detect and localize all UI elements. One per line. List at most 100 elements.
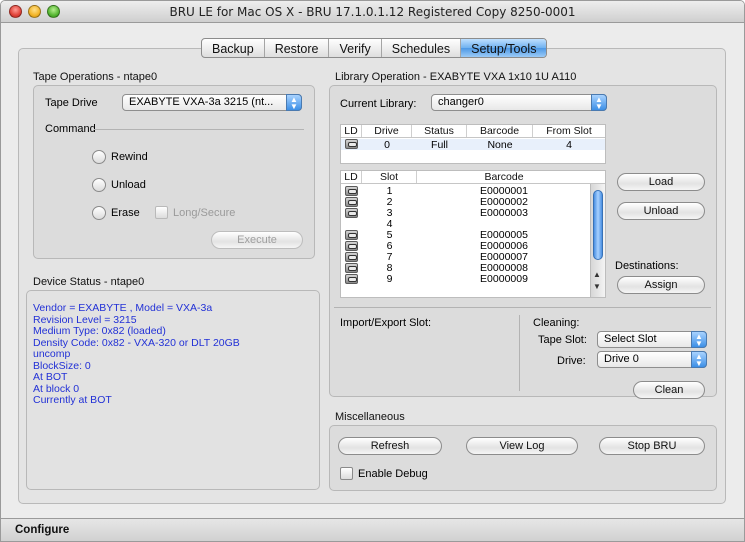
miscellaneous-group <box>329 425 717 491</box>
rewind-radio[interactable] <box>92 150 106 164</box>
refresh-button[interactable]: Refresh <box>338 437 442 455</box>
slot-table-scrollbar[interactable]: ▲ ▼ <box>590 184 605 297</box>
scrollbar-thumb[interactable] <box>593 190 603 260</box>
slot-cell[interactable]: 6 <box>362 241 417 252</box>
load-button[interactable]: Load <box>617 173 705 191</box>
long-secure-label: Long/Secure <box>173 207 236 219</box>
clean-button[interactable]: Clean <box>633 381 705 399</box>
main-tab-bar: Backup Restore Verify Schedules Setup/To… <box>201 38 548 58</box>
current-library-value: changer0 <box>438 96 484 108</box>
command-label: Command <box>45 123 96 135</box>
column-header[interactable]: Slot <box>362 171 417 183</box>
slot-cell[interactable]: 1 <box>362 186 417 197</box>
unload-radio[interactable] <box>92 178 106 192</box>
popup-arrows-icon: ▲ ▼ <box>286 94 302 111</box>
tab-backup[interactable]: Backup <box>202 39 265 57</box>
barcode-cell[interactable]: E0000009 <box>417 274 591 285</box>
barcode-cell[interactable]: E0000003 <box>417 208 591 219</box>
column-header[interactable]: LD <box>341 125 362 137</box>
status-line: At BOT <box>33 371 68 383</box>
tape-slot-value: Select Slot <box>604 333 657 345</box>
slot-cell[interactable]: 5 <box>362 230 417 241</box>
popup-arrows-icon: ▲ ▼ <box>591 94 607 111</box>
enable-debug-checkbox[interactable] <box>340 467 353 480</box>
rewind-label[interactable]: Rewind <box>111 151 148 163</box>
view-log-button[interactable]: View Log <box>466 437 578 455</box>
barcode-cell[interactable]: E0000007 <box>417 252 591 263</box>
status-bar-text: Configure <box>15 524 70 536</box>
command-divider <box>94 129 304 130</box>
cleaning-divider <box>519 315 520 391</box>
from-slot-cell: 4 <box>566 139 572 151</box>
column-header[interactable]: Barcode <box>417 171 591 183</box>
slot-cell[interactable]: 9 <box>362 274 417 285</box>
slot-cell[interactable]: 2 <box>362 197 417 208</box>
drive-value: Drive 0 <box>604 353 639 365</box>
status-cell: Full <box>431 139 448 151</box>
popup-arrows-icon: ▲ ▼ <box>691 351 707 368</box>
barcode-cell[interactable]: E0000002 <box>417 197 591 208</box>
barcode-cell: None <box>487 139 513 151</box>
current-library-popup[interactable]: changer0 ▲ ▼ <box>431 94 607 111</box>
tape-drive-popup[interactable]: EXABYTE VXA-3a 3215 (nt... ▲ ▼ <box>122 94 302 111</box>
tape-slot-label: Tape Slot: <box>538 334 587 346</box>
popup-arrows-icon: ▲ ▼ <box>691 331 707 348</box>
column-header[interactable]: Barcode <box>467 125 533 137</box>
tab-setup-tools[interactable]: Setup/Tools <box>461 39 547 57</box>
window-title: BRU LE for Mac OS X - BRU 17.1.0.1.12 Re… <box>169 5 576 19</box>
tab-verify[interactable]: Verify <box>329 39 382 57</box>
unload-label[interactable]: Unload <box>111 179 146 191</box>
assign-button[interactable]: Assign <box>617 276 705 294</box>
long-secure-checkbox[interactable] <box>155 206 168 219</box>
slot-cell[interactable]: 8 <box>362 263 417 274</box>
tape-cartridge-icon <box>345 197 358 207</box>
status-bar: Configure <box>1 518 744 541</box>
tape-drive-label: Tape Drive <box>45 97 98 109</box>
current-library-label: Current Library: <box>340 98 417 110</box>
barcode-cell[interactable]: E0000006 <box>417 241 591 252</box>
unload-button[interactable]: Unload <box>617 202 705 220</box>
slot-cell[interactable]: 7 <box>362 252 417 263</box>
column-header[interactable]: LD <box>341 171 362 183</box>
tape-cartridge-icon <box>345 241 358 251</box>
app-window: BRU LE for Mac OS X - BRU 17.1.0.1.12 Re… <box>0 0 745 542</box>
tape-cartridge-icon <box>345 208 358 218</box>
tab-schedules[interactable]: Schedules <box>382 39 462 57</box>
execute-button[interactable]: Execute <box>211 231 303 249</box>
drive-cell: 0 <box>384 139 390 151</box>
enable-debug-label[interactable]: Enable Debug <box>358 468 428 480</box>
drive-table-header: LD Drive Status Barcode From Slot <box>341 125 605 138</box>
erase-label[interactable]: Erase <box>111 207 140 219</box>
scroll-up-arrow-icon[interactable]: ▲ <box>593 270 601 279</box>
column-header[interactable]: Drive <box>362 125 412 137</box>
barcode-cell[interactable]: E0000005 <box>417 230 591 241</box>
barcode-cell[interactable]: E0000001 <box>417 186 591 197</box>
drive-label: Drive: <box>557 355 586 367</box>
drive-popup[interactable]: Drive 0 ▲ ▼ <box>597 351 707 368</box>
miscellaneous-label: Miscellaneous <box>335 411 405 423</box>
column-header[interactable]: Status <box>412 125 467 137</box>
tape-cartridge-icon <box>345 230 358 240</box>
library-operation-label: Library Operation - EXABYTE VXA 1x10 1U … <box>335 71 577 83</box>
status-line: Medium Type: 0x82 (loaded) <box>33 325 166 337</box>
title-bar[interactable]: BRU LE for Mac OS X - BRU 17.1.0.1.12 Re… <box>1 1 744 23</box>
barcode-cell[interactable]: E0000008 <box>417 263 591 274</box>
slot-table-header: LD Slot Barcode <box>341 171 605 184</box>
status-line: Vendor = EXABYTE , Model = VXA-3a <box>33 302 213 314</box>
tape-cartridge-icon <box>345 263 358 273</box>
tape-operations-label: Tape Operations - ntape0 <box>33 71 158 83</box>
erase-radio[interactable] <box>92 206 106 220</box>
tape-slot-popup[interactable]: Select Slot ▲ ▼ <box>597 331 707 348</box>
import-export-label: Import/Export Slot: <box>340 317 432 329</box>
column-header[interactable]: From Slot <box>533 125 605 137</box>
stop-bru-button[interactable]: Stop BRU <box>599 437 705 455</box>
status-line: Currently at BOT <box>33 394 112 406</box>
slot-cell[interactable]: 3 <box>362 208 417 219</box>
slot-cell[interactable]: 4 <box>362 219 417 230</box>
device-status-text: Vendor = EXABYTE , Model = VXA-3a Revisi… <box>33 302 240 407</box>
scroll-down-arrow-icon[interactable]: ▼ <box>593 282 601 291</box>
drive-table: LD Drive Status Barcode From Slot 0 Full… <box>340 124 606 164</box>
tab-restore[interactable]: Restore <box>265 39 330 57</box>
slot-table: LD Slot Barcode 1 E0000001 2 E0000002 3 … <box>340 170 606 298</box>
library-divider <box>334 307 711 308</box>
